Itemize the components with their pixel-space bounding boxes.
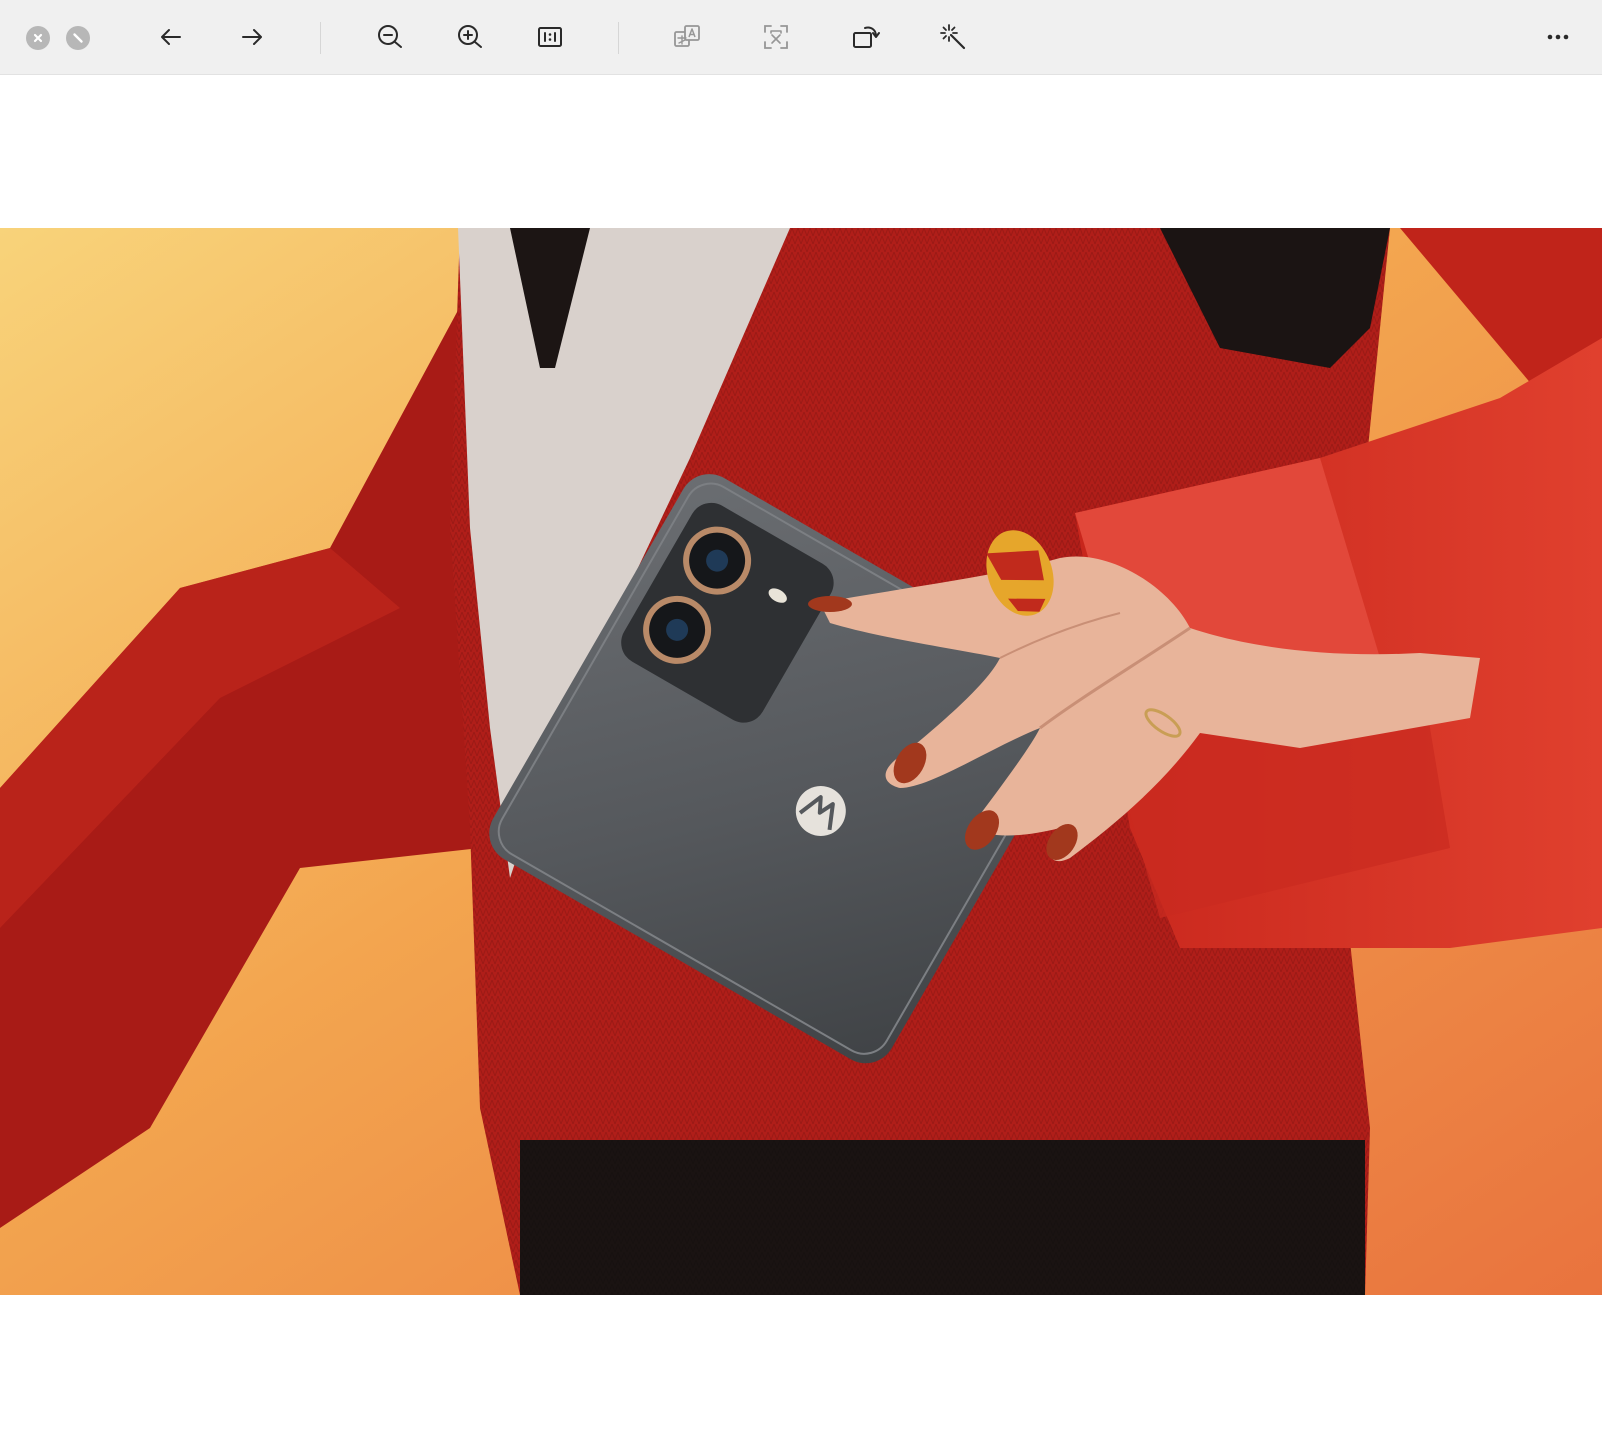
zoom-out-icon (378, 25, 402, 48)
toolbar-separator (320, 22, 321, 54)
close-window-button[interactable] (26, 26, 50, 50)
zoom-out-button[interactable] (370, 17, 410, 57)
forward-button[interactable] (232, 17, 272, 57)
rotate-icon (853, 26, 880, 48)
close-icon (33, 33, 43, 43)
more-button[interactable] (1538, 17, 1578, 57)
stop-window-button[interactable] (66, 26, 90, 50)
image-viewer-canvas[interactable] (0, 75, 1602, 1448)
magic-wand-button[interactable] (933, 17, 973, 57)
actual-size-icon (538, 27, 562, 47)
zoom-in-icon (458, 25, 482, 48)
translate-icon (674, 25, 700, 47)
arrow-left-icon (161, 29, 181, 45)
rotate-button[interactable] (845, 17, 885, 57)
actual-size-button[interactable] (530, 17, 570, 57)
arrow-right-icon (242, 29, 262, 45)
more-horizontal-icon (1547, 34, 1569, 40)
magic-wand-icon (940, 24, 966, 50)
translate-button[interactable] (667, 17, 707, 57)
zoom-in-button[interactable] (450, 17, 490, 57)
stop-icon (73, 33, 83, 43)
toolbar-separator (618, 22, 619, 54)
photo-image (0, 228, 1602, 1295)
toolbar (0, 0, 1602, 75)
back-button[interactable] (151, 17, 191, 57)
text-recognition-button[interactable] (756, 17, 796, 57)
text-recognition-icon (764, 25, 788, 49)
